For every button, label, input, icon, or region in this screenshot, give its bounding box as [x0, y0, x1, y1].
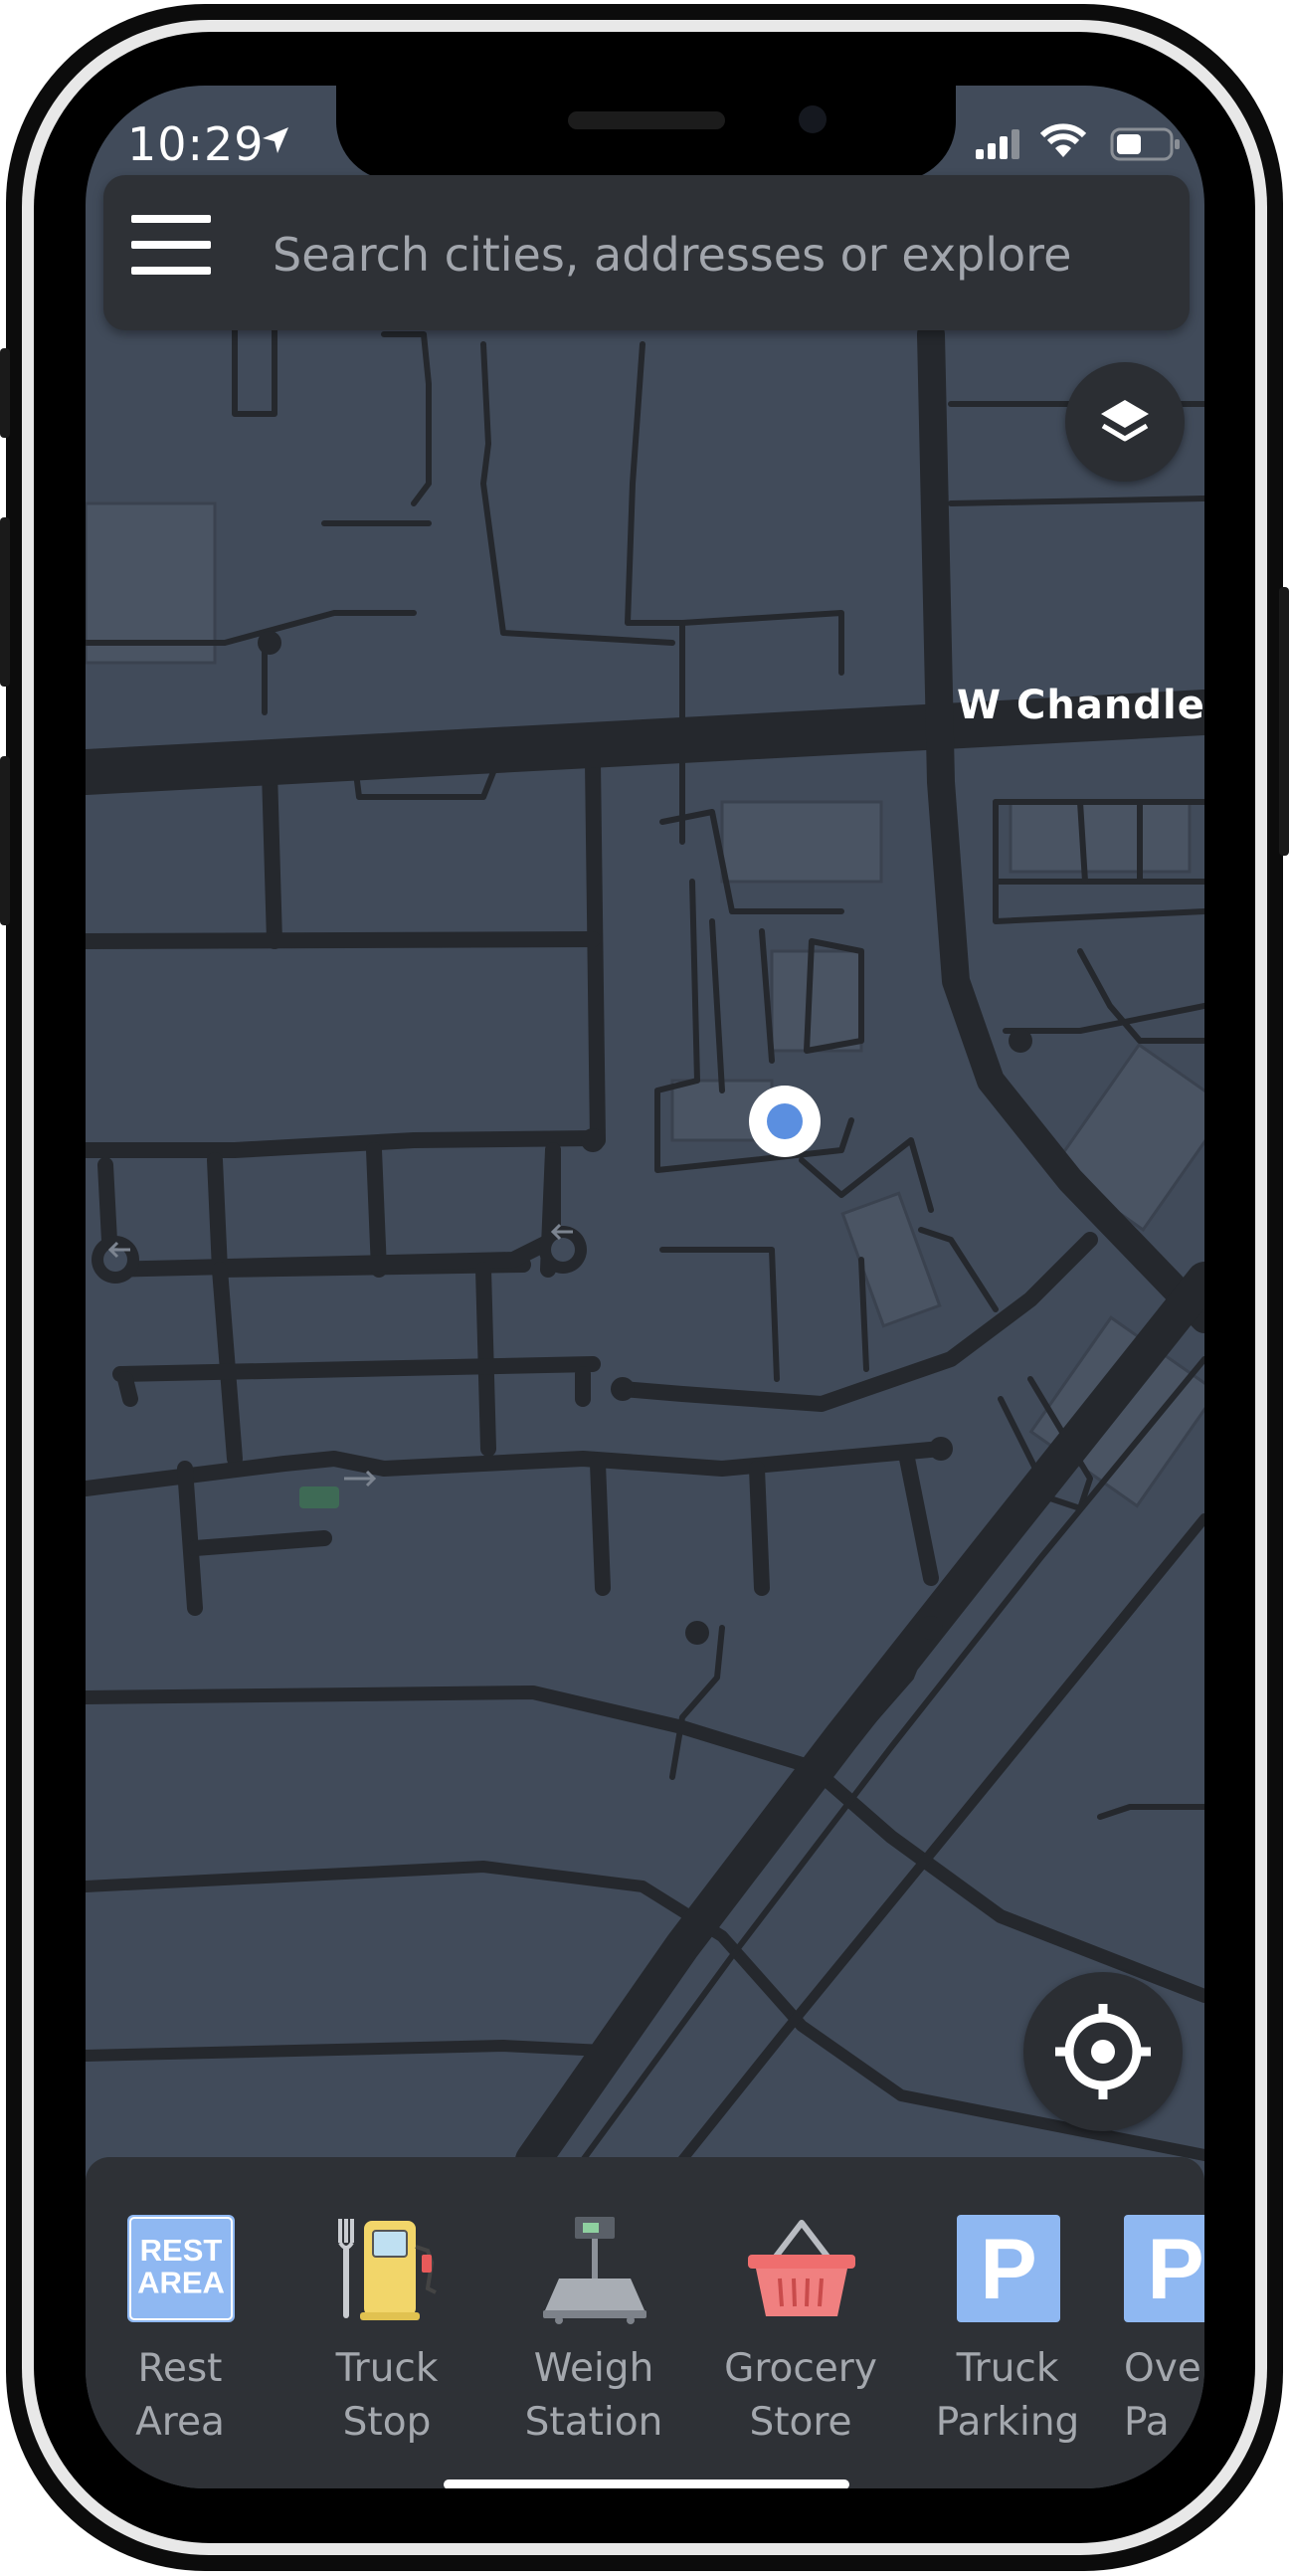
home-indicator[interactable]: [444, 2479, 849, 2488]
menu-button[interactable]: [131, 215, 215, 291]
crosshair-icon: [1055, 2004, 1151, 2099]
fuel-pump-icon: [338, 2219, 437, 2320]
category-label: Over Pa: [1124, 2346, 1204, 2445]
category-label: Truck Stop: [335, 2346, 439, 2445]
svg-text:P: P: [1147, 2222, 1203, 2317]
search-bar: [103, 175, 1190, 330]
layers-button[interactable]: [1065, 362, 1185, 482]
category-weigh-station[interactable]: Weigh Station: [499, 2157, 688, 2485]
status-time: 10:29: [127, 117, 265, 171]
recenter-button[interactable]: [1023, 1972, 1183, 2131]
category-truck-stop[interactable]: Truck Stop: [292, 2157, 481, 2485]
wifi-icon: [1040, 123, 1086, 157]
app-screen: W Chandler 10:29 Search cities, addresse…: [86, 86, 1204, 2488]
parking-icon: P: [957, 2215, 1060, 2322]
category-truck-parking[interactable]: P Truck Parking: [913, 2157, 1102, 2485]
category-rest-area[interactable]: REST AREA Rest Area: [86, 2157, 275, 2485]
search-input[interactable]: [271, 219, 1150, 291]
parking-icon: P: [1124, 2215, 1204, 2322]
svg-text:P: P: [980, 2222, 1036, 2317]
category-grocery-store[interactable]: Grocery Store: [706, 2157, 895, 2485]
battery-icon: [1110, 127, 1180, 161]
street-label: W Chandler: [957, 683, 1204, 728]
category-bar: REST AREA Rest Area Truck Stop Weigh Sta…: [86, 2157, 1204, 2488]
category-label: Grocery Store: [724, 2346, 877, 2445]
layers-icon: [1101, 400, 1149, 442]
svg-text:RESTAREA: REST AREA: [137, 2233, 225, 2300]
category-oversize-parking[interactable]: P Over Pa: [1120, 2157, 1204, 2485]
category-label: Rest Area: [135, 2346, 225, 2445]
cellular-signal-icon: [976, 129, 1019, 159]
rest-area-icon: REST AREA: [127, 2215, 235, 2322]
category-label: Weigh Station: [524, 2346, 663, 2445]
location-services-icon: [263, 127, 288, 153]
basket-icon: [748, 2220, 855, 2316]
category-label: Truck Parking: [935, 2346, 1080, 2445]
scale-icon: [543, 2217, 646, 2324]
